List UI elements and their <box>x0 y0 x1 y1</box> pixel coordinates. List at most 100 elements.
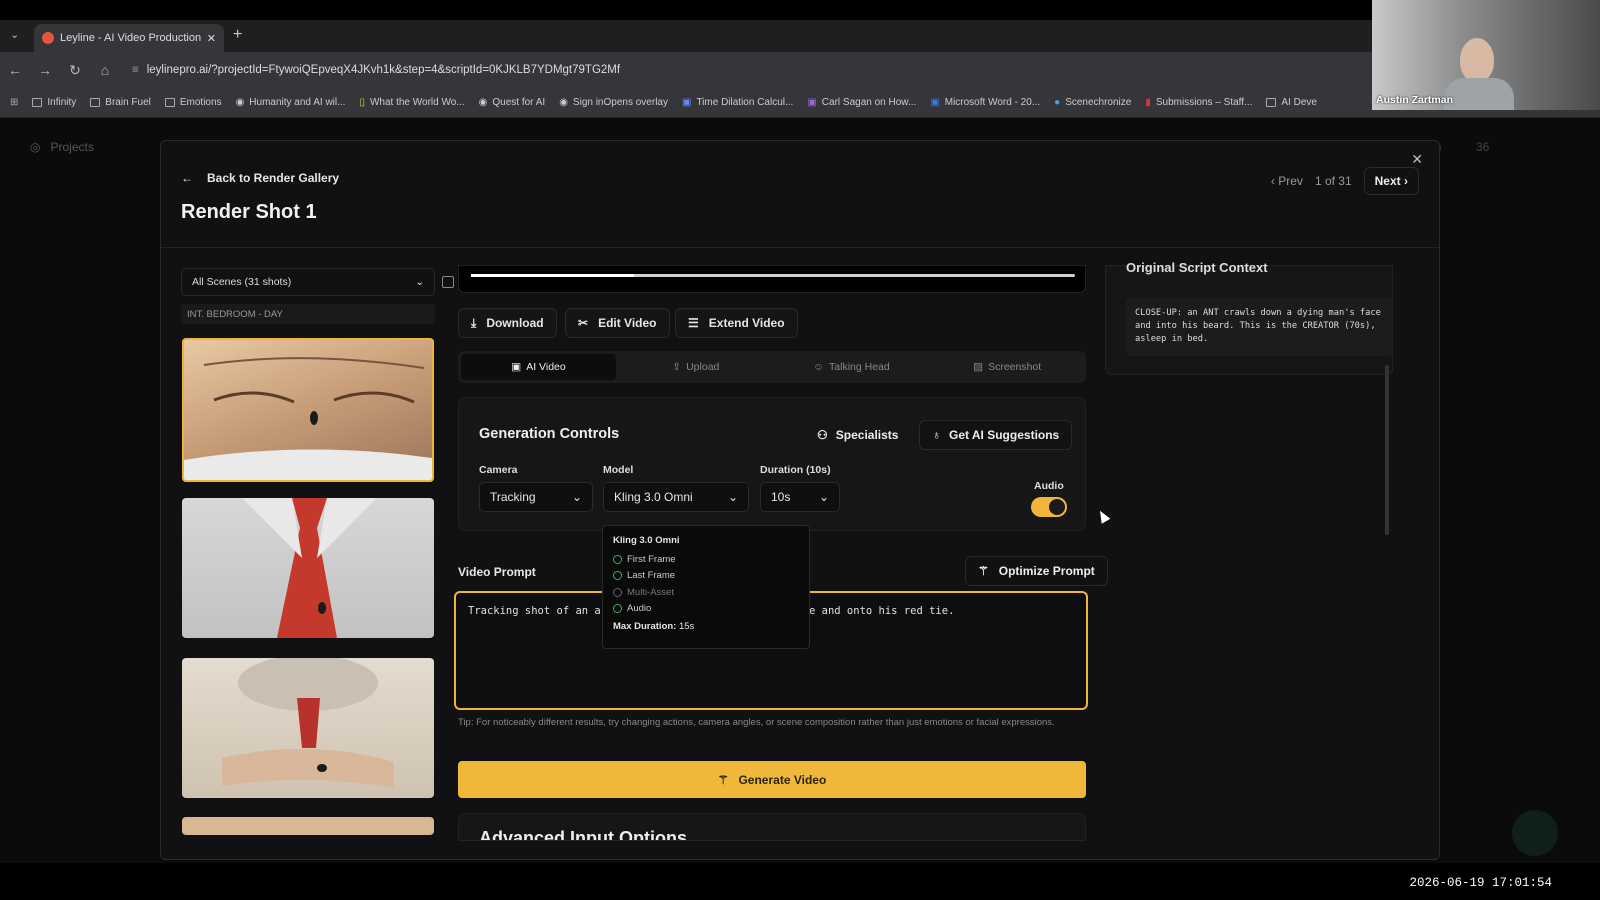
tab-screenshot[interactable]: ▨ Screenshot <box>931 354 1083 380</box>
bookmark[interactable]: ▣ Time Dilation Calcul... <box>682 97 793 108</box>
video-player[interactable] <box>458 265 1086 293</box>
magic-wand-icon: ⚚ <box>978 564 989 578</box>
folder-icon <box>90 98 101 107</box>
prompt-text-end: e and onto his red tie. <box>809 605 955 617</box>
bookmark[interactable]: Emotions <box>164 97 222 108</box>
edit-video-button[interactable]: ✂ Edit Video <box>565 308 670 338</box>
toggle-knob <box>1049 499 1065 515</box>
old-man-face-image <box>184 357 432 480</box>
bookmark[interactable]: ▣ Microsoft Word - 20... <box>930 97 1040 108</box>
download-button[interactable]: ⤓ Download <box>458 308 557 338</box>
bookmark[interactable]: ▯ What the World Wo... <box>359 97 464 108</box>
arrow-left-icon: ← <box>181 171 193 185</box>
bookmark[interactable]: Infinity <box>32 97 76 108</box>
bookmark[interactable]: ◉ Sign inOpens overlay <box>559 97 668 108</box>
credits-count: 36 <box>1476 140 1490 154</box>
bookmark[interactable]: ● Scenechronize <box>1054 97 1131 108</box>
video-progress-track[interactable] <box>471 274 1075 277</box>
script-context-title: Original Script Context <box>1126 260 1268 275</box>
feature-row: First Frame <box>613 551 799 568</box>
app-nav: ◎ Projects <box>30 140 94 154</box>
bookmark[interactable]: ◉ Quest for AI <box>479 97 546 108</box>
home-icon[interactable]: ⌂ <box>90 62 120 78</box>
new-tab-icon[interactable]: + <box>233 26 242 44</box>
ai-suggestions-button[interactable]: ♁ Get AI Suggestions <box>919 420 1073 450</box>
browser-tab[interactable]: Leyline - AI Video Production P ✕ <box>34 24 224 52</box>
camera-label: Camera <box>479 464 518 476</box>
shot-thumbnail-1-selected[interactable] <box>182 338 434 482</box>
optimize-prompt-button[interactable]: ⚚ Optimize Prompt <box>965 556 1108 586</box>
shot-thumbnail-2[interactable] <box>182 498 434 638</box>
favicon-icon <box>42 32 54 44</box>
person-icon: ☺ <box>813 361 825 373</box>
site-icon: ▮ <box>1145 97 1151 108</box>
generation-controls-panel: Generation Controls ⚇ Specialists ♁ Get AI… <box>458 397 1086 531</box>
projects-icon: ◎ <box>30 140 41 154</box>
page-title: Render Shot 1 <box>181 201 317 223</box>
prompt-text-start: Tracking shot of an ar <box>468 605 608 617</box>
sidebar-toggle-icon[interactable] <box>442 276 454 288</box>
image-icon: ▨ <box>973 361 984 373</box>
browser-tab-bar: ⌄ Leyline - AI Video Production P ✕ + <box>0 20 1600 52</box>
tab-upload[interactable]: ⇪ Upload <box>620 354 772 380</box>
duration-label: Duration (10s) <box>760 464 831 476</box>
tab-ai-video[interactable]: ▣ AI Video <box>461 354 616 380</box>
url-text: leylinepro.ai/?projectId=FtywoiQEpveqX4J… <box>146 64 621 76</box>
url-field[interactable]: ≡ leylinepro.ai/?projectId=FtywoiQEpveqX… <box>132 64 620 76</box>
check-circle-icon <box>613 571 622 581</box>
site-info-icon[interactable]: ≡ <box>132 64 139 76</box>
bookmark[interactable]: AI Deve <box>1266 97 1317 108</box>
chevron-down-icon: ⌄ <box>727 490 738 504</box>
forward-icon[interactable]: → <box>30 62 60 78</box>
chevron-left-icon: ‹ <box>1270 174 1275 188</box>
projects-link[interactable]: Projects <box>50 140 93 154</box>
script-context-panel: Original Script Context CLOSE-UP: an ANT… <box>1105 260 1393 375</box>
bookmark[interactable]: Brain Fuel <box>90 97 151 108</box>
extend-icon: ☰ <box>688 316 699 330</box>
chevron-right-icon: › <box>1404 174 1408 188</box>
film-icon: ▣ <box>511 361 522 373</box>
extend-video-button[interactable]: ☰ Extend Video <box>675 308 798 338</box>
apps-icon[interactable]: ⊞ <box>10 97 18 108</box>
chat-bubble-icon[interactable] <box>1512 810 1558 856</box>
camera-select[interactable]: Tracking ⌄ <box>479 482 593 512</box>
generate-video-button[interactable]: ⚚ Generate Video <box>458 761 1086 798</box>
bookmark[interactable]: ▮ Submissions – Staff... <box>1145 97 1252 108</box>
video-prompt-label: Video Prompt <box>458 565 536 579</box>
tab-list-icon[interactable]: ⌄ <box>10 28 19 41</box>
scissors-icon: ✂ <box>578 316 589 330</box>
shot-thumbnail-3[interactable] <box>182 658 434 798</box>
prev-button[interactable]: ‹ Prev <box>1271 174 1303 188</box>
site-icon: ● <box>1054 97 1061 108</box>
audio-toggle[interactable] <box>1031 497 1067 517</box>
back-to-gallery-button[interactable]: ← Back to Render Gallery <box>181 171 339 185</box>
bookmark[interactable]: ▣ Carl Sagan on How... <box>807 97 916 108</box>
back-icon[interactable]: ← <box>0 62 30 78</box>
shot-thumbnail-4[interactable] <box>182 817 434 835</box>
specialists-button[interactable]: ⚇ Specialists <box>817 428 898 442</box>
back-label: Back to Render Gallery <box>207 171 340 185</box>
person-body <box>1444 78 1514 110</box>
max-duration: Max Duration: 15s <box>613 621 695 632</box>
magic-wand-icon: ⚚ <box>717 772 729 787</box>
site-icon: ▣ <box>681 97 692 108</box>
advanced-input-options-panel[interactable]: Advanced Input Options <box>458 813 1086 841</box>
tab-talking-head[interactable]: ☺ Talking Head <box>776 354 928 380</box>
globe-icon: ◉ <box>559 97 568 108</box>
scene-filter-select[interactable]: All Scenes (31 shots) ⌄ <box>181 268 435 296</box>
page-icon: ▯ <box>359 97 365 108</box>
close-icon[interactable]: ✕ <box>1411 151 1423 168</box>
feature-row: Last Frame <box>613 568 799 585</box>
duration-select[interactable]: 10s ⌄ <box>760 482 840 512</box>
bookmark[interactable]: ◉ Humanity and AI wil... <box>236 97 346 108</box>
next-button[interactable]: Next › <box>1363 167 1419 195</box>
model-select[interactable]: Kling 3.0 Omni ⌄ <box>603 482 749 512</box>
scrollbar[interactable] <box>1385 365 1389 535</box>
close-tab-icon[interactable]: ✕ <box>207 32 216 45</box>
scene-header: INT. BEDROOM - DAY <box>181 304 435 324</box>
reload-icon[interactable]: ↻ <box>60 62 90 79</box>
chevron-down-icon: ⌄ <box>415 276 424 288</box>
sleeping-man-image <box>222 658 394 788</box>
address-bar: ← → ↻ ⌂ ≡ leylinepro.ai/?projectId=Ftywo… <box>0 52 1600 88</box>
feature-row: Audio <box>613 601 799 618</box>
